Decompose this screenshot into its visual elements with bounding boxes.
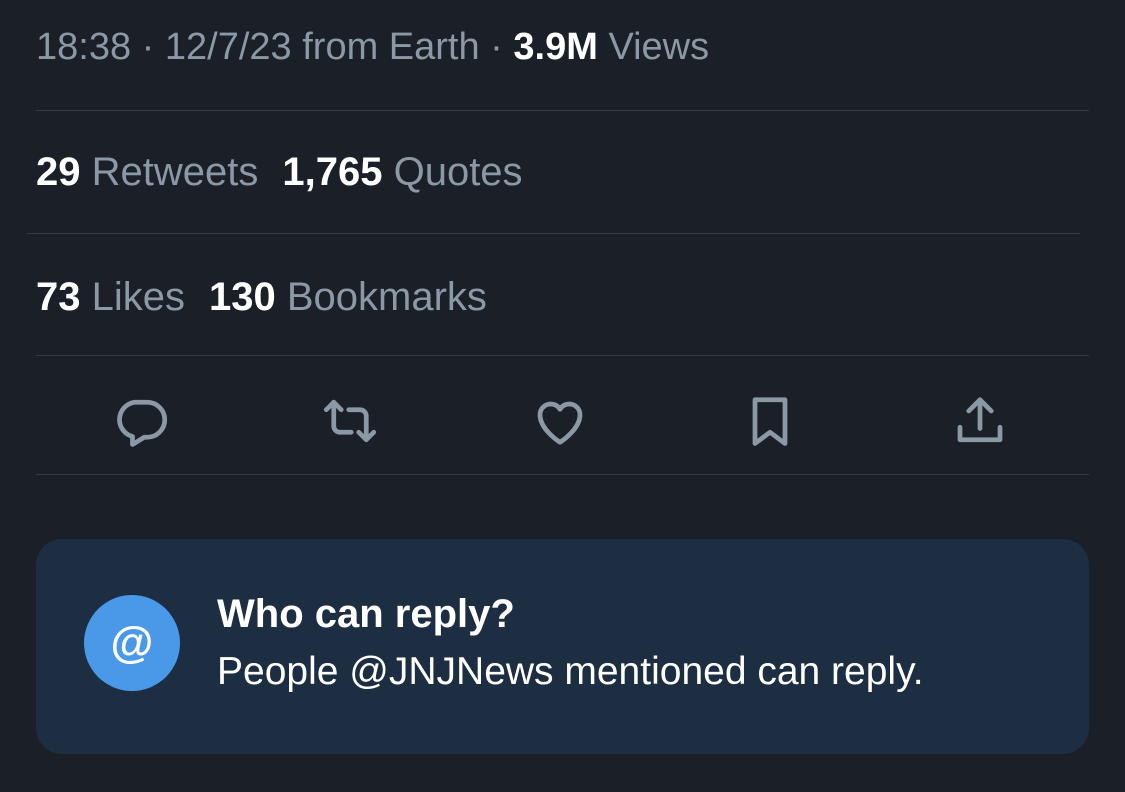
tweet-detail-footer: 18:38 · 12/7/23 from Earth · 3.9M Views … [0, 0, 1125, 792]
like-button[interactable] [524, 385, 596, 457]
divider [36, 474, 1089, 475]
share-icon [957, 397, 1003, 443]
who-can-reply-title: Who can reply? [217, 592, 515, 636]
tweet-source: from Earth [291, 26, 480, 68]
reply-button[interactable] [105, 385, 177, 457]
share-button[interactable] [944, 385, 1016, 457]
likes-stat[interactable]: 73 Likes [36, 275, 185, 319]
tweet-action-bar [0, 385, 1125, 457]
bookmark-icon [752, 397, 788, 446]
divider [36, 355, 1089, 356]
retweets-label: Retweets [80, 150, 259, 194]
bookmarks-label: Bookmarks [275, 275, 487, 319]
quotes-stat[interactable]: 1,765 Quotes [282, 150, 522, 194]
quotes-count: 1,765 [282, 150, 383, 194]
stats-row-likes-bookmarks: 73 Likes 130 Bookmarks [36, 272, 487, 322]
divider [36, 110, 1089, 111]
retweet-icon [323, 399, 377, 443]
likes-label: Likes [80, 275, 185, 319]
tweet-date[interactable]: 12/7/23 [165, 26, 292, 68]
bookmarks-count: 130 [209, 275, 276, 319]
reply-icon [117, 399, 168, 447]
at-mention-icon: @ [84, 595, 180, 691]
views-count[interactable]: 3.9M [513, 26, 597, 68]
stats-row-retweets-quotes: 29 Retweets 1,765 Quotes [36, 147, 523, 197]
views-label[interactable]: Views [598, 26, 709, 68]
tweet-meta-line: 18:38 · 12/7/23 from Earth · 3.9M Views [36, 22, 709, 72]
bookmarks-stat[interactable]: 130 Bookmarks [209, 275, 487, 319]
retweet-button[interactable] [314, 385, 386, 457]
likes-count: 73 [36, 275, 81, 319]
divider [27, 233, 1080, 234]
retweets-count: 29 [36, 150, 81, 194]
meta-separator: · [479, 26, 514, 68]
bookmark-button[interactable] [734, 385, 806, 457]
who-can-reply-description: People @JNJNews mentioned can reply. [217, 650, 924, 693]
tweet-time[interactable]: 18:38 [36, 26, 131, 68]
like-icon [537, 401, 583, 445]
quotes-label: Quotes [382, 150, 523, 194]
who-can-reply-card[interactable]: @ Who can reply? People @JNJNews mention… [36, 539, 1089, 754]
retweets-stat[interactable]: 29 Retweets [36, 150, 258, 194]
meta-separator: · [131, 26, 165, 68]
